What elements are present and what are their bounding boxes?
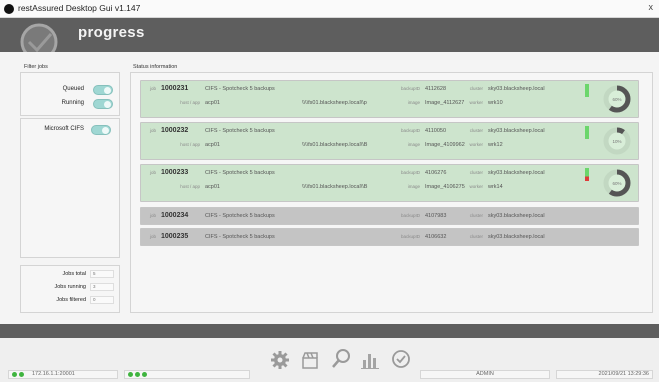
service-filter-panel <box>20 118 120 258</box>
job-id: 1000231 <box>161 85 189 92</box>
cluster-name: sky03.blacksheep.local <box>488 213 545 219</box>
worker-label: worker <box>469 100 483 105</box>
backup-id-label: backupID <box>400 170 420 175</box>
worker-name: wrk14 <box>488 184 503 190</box>
backup-id-label: backupID <box>400 213 420 218</box>
cluster-name: sky03.blacksheep.local <box>488 170 545 176</box>
activity-dot-icon <box>128 372 133 377</box>
activity-dot-icon <box>142 372 147 377</box>
job-label: job <box>149 170 156 175</box>
datetime-box: 2021/09/21 13:29:36 <box>556 370 653 379</box>
running-toggle[interactable] <box>93 99 113 109</box>
status-indicator <box>585 168 589 181</box>
host-name: acp01 <box>205 184 220 190</box>
backup-id-label: backupID <box>400 86 420 91</box>
current-datetime: 2021/09/21 13:29:36 <box>598 371 649 377</box>
backup-id: 4107983 <box>425 213 447 219</box>
job-description: CIFS - Spotcheck 5 backups <box>205 234 275 240</box>
host-label: host / app <box>180 142 200 147</box>
cluster-label: cluster <box>469 128 483 133</box>
job-description: CIFS - Spotcheck 5 backups <box>205 128 275 134</box>
gear-icon[interactable] <box>270 350 290 370</box>
job-label: job <box>149 213 156 218</box>
job-id: 1000235 <box>161 233 189 240</box>
cluster-name: sky03.blacksheep.local <box>488 86 545 92</box>
job-id: 1000232 <box>161 127 189 134</box>
filter-jobs-label: Filter jobs <box>24 64 48 70</box>
chart-icon[interactable] <box>360 350 380 370</box>
host-label: host / app <box>180 100 200 105</box>
job-label: job <box>149 86 156 91</box>
job-description: CIFS - Spotcheck 5 backups <box>205 213 275 219</box>
image-label: image <box>407 142 420 147</box>
progress-donut: 60% <box>603 169 631 197</box>
host-name: acp01 <box>205 100 220 106</box>
server-address: 172.16.1.1:20001 <box>32 371 75 377</box>
footer-band <box>0 324 659 338</box>
jobs-total-label: Jobs total <box>62 271 86 277</box>
backup-id-label: backupID <box>400 234 420 239</box>
connection-ok-icon <box>19 372 24 377</box>
current-user: ADMIN <box>476 371 494 377</box>
search-icon[interactable] <box>330 348 352 370</box>
image-label: image <box>407 184 420 189</box>
jobs-running-label: Jobs running <box>54 284 87 290</box>
clapper-icon[interactable] <box>300 350 320 370</box>
status-info-label: Status information <box>133 64 178 70</box>
worker-name: wrk10 <box>488 100 503 106</box>
queued-toggle[interactable] <box>93 85 113 95</box>
job-description: CIFS - Spotcheck 5 backups <box>205 170 275 176</box>
jobs-filtered-label: Jobs filtered <box>56 297 86 303</box>
cluster-label: cluster <box>469 234 483 239</box>
backup-id: 4110050 <box>425 128 447 134</box>
status-indicator <box>585 126 589 139</box>
progress-percent: 60% <box>612 181 621 186</box>
connection-ok-icon <box>12 372 17 377</box>
image-label: image <box>407 100 420 105</box>
cluster-label: cluster <box>469 170 483 175</box>
share-path: \\\\fs01.blacksheep.local\\B <box>302 142 368 148</box>
worker-name: wrk12 <box>488 142 503 148</box>
page-title: progress <box>78 24 145 41</box>
jobs-running-value: 3 <box>90 283 114 291</box>
window-title: restAssured Desktop Gui v1.147 <box>18 3 141 13</box>
cluster-name: sky03.blacksheep.local <box>488 128 545 134</box>
cluster-label: cluster <box>469 86 483 91</box>
host-name: acp01 <box>205 142 220 148</box>
close-button[interactable]: x <box>649 2 654 12</box>
share-path: \\\\fs01.blacksheep.local\\p <box>302 100 367 106</box>
status-indicator <box>585 84 589 97</box>
filter-running-label: Running <box>61 100 84 106</box>
backup-id: 4112628 <box>425 86 447 92</box>
filter-cifs-label: Microsoft CIFS <box>44 126 84 132</box>
job-label: job <box>149 128 156 133</box>
backup-id-label: backupID <box>400 128 420 133</box>
filter-queued-label: Queued <box>62 86 84 92</box>
progress-donut: 60% <box>603 85 631 113</box>
app-logo-icon <box>4 4 14 14</box>
cluster-name: sky03.blacksheep.local <box>488 234 545 240</box>
backup-id: 4106276 <box>425 170 447 176</box>
progress-percent: 10% <box>612 139 621 144</box>
job-description: CIFS - Spotcheck 5 backups <box>205 86 275 92</box>
share-path: \\\\fs01.blacksheep.local\\B <box>302 184 368 190</box>
progress-percent: 60% <box>612 97 621 102</box>
job-id: 1000234 <box>161 212 189 219</box>
activity-dot-icon <box>135 372 140 377</box>
window-titlebar: restAssured Desktop Gui v1.147 x <box>0 0 659 18</box>
worker-label: worker <box>469 184 483 189</box>
job-label: job <box>149 234 156 239</box>
user-box: ADMIN <box>420 370 550 379</box>
cluster-label: cluster <box>469 213 483 218</box>
worker-label: worker <box>469 142 483 147</box>
jobs-filtered-value: 0 <box>90 296 114 304</box>
host-label: host / app <box>180 184 200 189</box>
job-id: 1000233 <box>161 169 189 176</box>
progress-donut: 10% <box>603 127 631 155</box>
jobs-total-value: 5 <box>90 270 114 278</box>
clock-icon[interactable] <box>390 348 412 370</box>
backup-id: 4106632 <box>425 234 447 240</box>
cifs-toggle[interactable] <box>91 125 111 135</box>
